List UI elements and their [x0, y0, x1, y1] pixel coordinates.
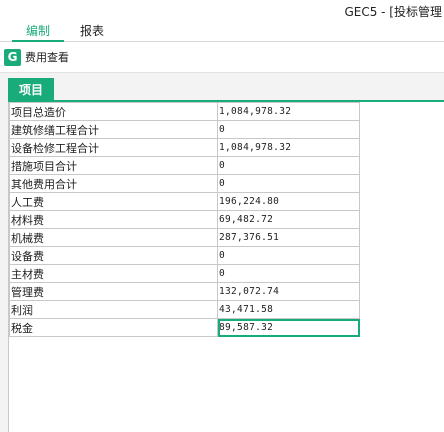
fee-value-cell[interactable]: 69,482.72	[217, 210, 360, 229]
toolbar: G 费用查看	[0, 42, 444, 73]
table-row[interactable]: 利润 43,471.58	[9, 300, 360, 319]
fee-value-cell[interactable]: 196,224.80	[217, 192, 360, 211]
fee-name-cell[interactable]: 管理费	[9, 282, 218, 301]
fee-name-cell[interactable]: 主材费	[9, 264, 218, 283]
fee-value-cell[interactable]: 89,587.32	[217, 318, 360, 337]
fee-name-cell[interactable]: 人工费	[9, 192, 218, 211]
fee-value-cell[interactable]: 1,084,978.32	[217, 102, 360, 121]
tab-project[interactable]: 项目	[8, 78, 54, 100]
fee-value-cell[interactable]: 43,471.58	[217, 300, 360, 319]
table-row[interactable]: 建筑修缮工程合计 0	[9, 120, 360, 139]
table-row[interactable]: 管理费 132,072.74	[9, 282, 360, 301]
table-row[interactable]: 其他费用合计 0	[9, 174, 360, 193]
fee-name-cell[interactable]: 建筑修缮工程合计	[9, 120, 218, 139]
fee-name-cell[interactable]: 设备检修工程合计	[9, 138, 218, 157]
fee-value-cell[interactable]: 0	[217, 120, 360, 139]
view-fees-button[interactable]: G 费用查看	[4, 48, 69, 66]
fee-value-cell[interactable]: 287,376.51	[217, 228, 360, 247]
table-row[interactable]: 材料费 69,482.72	[9, 210, 360, 229]
table-row[interactable]: 设备费 0	[9, 246, 360, 265]
app-logo-icon: G	[4, 48, 21, 66]
fee-table: 项目总造价 1,084,978.32 建筑修缮工程合计 0 设备检修工程合计 1,084,…	[9, 102, 360, 337]
table-row[interactable]: 主材费 0	[9, 264, 360, 283]
fee-name-cell[interactable]: 设备费	[9, 246, 218, 265]
fee-name-cell[interactable]: 材料费	[9, 210, 218, 229]
fee-name-cell[interactable]: 项目总造价	[9, 102, 218, 121]
window-title: GEC5 - [投标管理	[344, 5, 442, 19]
fee-value-cell[interactable]: 0	[217, 156, 360, 175]
table-row[interactable]: 人工费 196,224.80	[9, 192, 360, 211]
table-row[interactable]: 机械费 287,376.51	[9, 228, 360, 247]
table-row[interactable]: 措施项目合计 0	[9, 156, 360, 175]
fee-value-cell[interactable]: 0	[217, 246, 360, 265]
fee-name-cell[interactable]: 利润	[9, 300, 218, 319]
fee-value-cell[interactable]: 0	[217, 174, 360, 193]
table-row[interactable]: 设备检修工程合计 1,084,978.32	[9, 138, 360, 157]
fee-name-cell[interactable]: 措施项目合计	[9, 156, 218, 175]
tab-edit[interactable]: 编制	[11, 23, 65, 42]
view-fees-label: 费用查看	[25, 51, 69, 64]
fee-value-cell[interactable]: 1,084,978.32	[217, 138, 360, 157]
fee-name-cell[interactable]: 机械费	[9, 228, 218, 247]
fee-value-cell[interactable]: 132,072.74	[217, 282, 360, 301]
table-row[interactable]: 项目总造价 1,084,978.32	[9, 102, 360, 121]
table-row[interactable]: 税金 89,587.32	[9, 318, 360, 337]
fee-name-cell[interactable]: 税金	[9, 318, 218, 337]
menu-tab-bar: 编制 报表	[0, 22, 444, 42]
tab-reports[interactable]: 报表	[80, 23, 104, 39]
fee-value-cell[interactable]: 0	[217, 264, 360, 283]
title-bar: GEC5 - [投标管理	[0, 0, 444, 22]
fee-grid-area: 项目总造价 1,084,978.32 建筑修缮工程合计 0 设备检修工程合计 1,084,…	[8, 102, 444, 432]
fee-name-cell[interactable]: 其他费用合计	[9, 174, 218, 193]
